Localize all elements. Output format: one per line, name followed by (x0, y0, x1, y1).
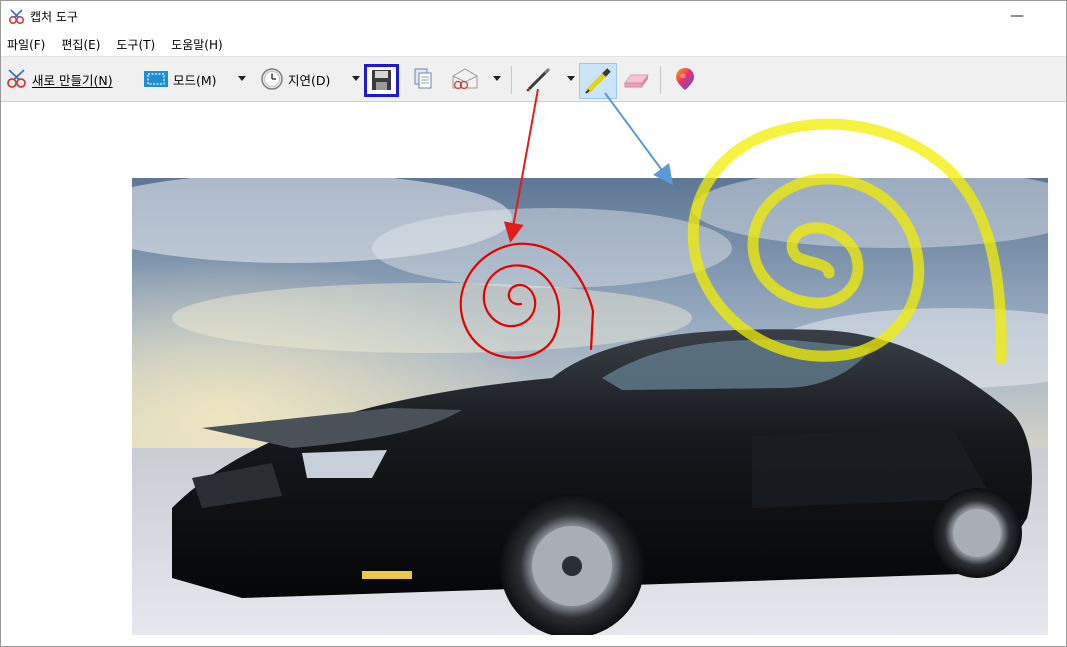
snipping-tool-app-icon (8, 9, 25, 25)
highlighter-icon (585, 68, 611, 94)
mode-rectangle-icon (144, 71, 168, 87)
pen-button[interactable] (524, 64, 554, 94)
send-dropdown-arrow[interactable] (493, 76, 501, 81)
menu-file[interactable]: 파일(F) (7, 35, 53, 55)
menu-help[interactable]: 도움말(H) (171, 35, 231, 55)
save-icon (372, 70, 391, 90)
paint3d-button[interactable] (672, 64, 698, 94)
eraser-button[interactable] (621, 64, 651, 94)
pen-icon (526, 67, 551, 92)
menu-bar: 파일(F) 편집(E) 도구(T) 도움말(H) (1, 34, 1066, 56)
toolbar-separator (511, 66, 512, 94)
pen-dropdown-arrow[interactable] (567, 76, 575, 81)
car-photo (132, 178, 1048, 635)
new-snip-button[interactable]: 새로 만들기(N) (6, 64, 113, 94)
capture-canvas (1, 102, 1066, 646)
menu-tools[interactable]: 도구(T) (116, 35, 163, 55)
scissors-icon (7, 69, 26, 88)
send-email-icon (452, 68, 478, 90)
highlighter-button[interactable] (579, 63, 617, 99)
minimize-button[interactable]: — (994, 1, 1040, 33)
toolbar-separator (660, 66, 661, 94)
copy-icon (414, 68, 432, 89)
delay-label: 지연(D) (288, 72, 331, 88)
send-snip-button[interactable] (449, 64, 481, 94)
title-bar: 캡처 도구 — (1, 1, 1066, 33)
copy-button[interactable] (411, 64, 435, 94)
delay-dropdown-arrow[interactable] (352, 76, 360, 81)
toolbar: 새로 만들기(N) 모드(M) 지연(D) (1, 56, 1066, 102)
save-button[interactable] (364, 64, 399, 97)
menu-edit[interactable]: 편집(E) (61, 35, 108, 55)
mode-label: 모드(M) (173, 72, 217, 88)
paint3d-icon (676, 68, 694, 90)
clock-icon (261, 68, 283, 90)
eraser-icon (624, 74, 649, 88)
window-title: 캡처 도구 (30, 10, 78, 24)
delay-button[interactable]: 지연(D) (260, 64, 330, 94)
new-snip-label: 새로 만들기(N) (32, 72, 113, 88)
mode-dropdown-arrow[interactable] (238, 76, 246, 81)
mode-button[interactable]: 모드(M) (143, 64, 217, 94)
snipping-tool-window: 캡처 도구 — 파일(F) 편집(E) 도구(T) 도움말(H) 새로 만들기(… (0, 0, 1067, 647)
